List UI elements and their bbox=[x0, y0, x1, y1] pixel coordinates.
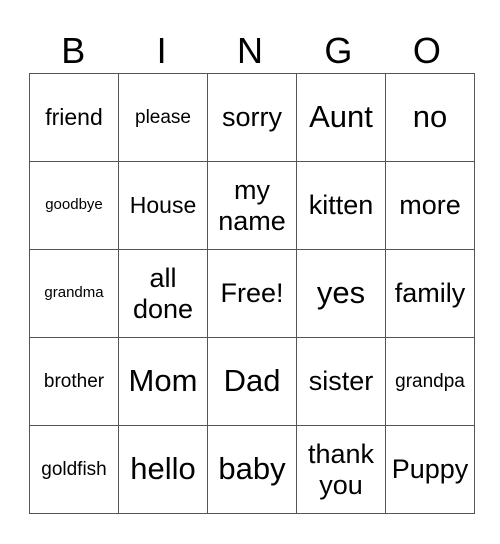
bingo-cell[interactable]: baby bbox=[207, 425, 297, 514]
bingo-cell[interactable]: thank you bbox=[296, 425, 386, 514]
free-cell[interactable]: Free! bbox=[207, 249, 297, 338]
bingo-cell[interactable]: goldfish bbox=[29, 425, 119, 514]
bingo-cell[interactable]: House bbox=[118, 161, 208, 250]
header-letter: B bbox=[61, 30, 86, 71]
bingo-cell[interactable]: no bbox=[385, 73, 475, 162]
bingo-cell[interactable]: grandma bbox=[29, 249, 119, 338]
bingo-header: B I N G O bbox=[29, 30, 471, 72]
grid-row: friend please sorry Aunt no bbox=[29, 73, 475, 162]
bingo-cell[interactable]: kitten bbox=[296, 161, 386, 250]
bingo-cell[interactable]: goodbye bbox=[29, 161, 119, 250]
grid-row: goodbye House my name kitten more bbox=[29, 161, 475, 250]
bingo-cell[interactable]: more bbox=[385, 161, 475, 250]
bingo-cell[interactable]: hello bbox=[118, 425, 208, 514]
bingo-grid: friend please sorry Aunt no goodbye Hous… bbox=[29, 73, 475, 514]
bingo-cell[interactable]: yes bbox=[296, 249, 386, 338]
bingo-cell[interactable]: sorry bbox=[207, 73, 297, 162]
grid-row: grandma all done Free! yes family bbox=[29, 249, 475, 338]
bingo-cell[interactable]: Dad bbox=[207, 337, 297, 426]
bingo-cell[interactable]: all done bbox=[118, 249, 208, 338]
bingo-cell[interactable]: my name bbox=[207, 161, 297, 250]
grid-row: brother Mom Dad sister grandpa bbox=[29, 337, 475, 426]
bingo-cell[interactable]: friend bbox=[29, 73, 119, 162]
bingo-cell[interactable]: grandpa bbox=[385, 337, 475, 426]
header-letter: O bbox=[412, 30, 441, 71]
header-letter: G bbox=[324, 30, 353, 71]
bingo-cell[interactable]: Aunt bbox=[296, 73, 386, 162]
grid-row: goldfish hello baby thank you Puppy bbox=[29, 425, 475, 514]
bingo-cell[interactable]: brother bbox=[29, 337, 119, 426]
bingo-cell[interactable]: sister bbox=[296, 337, 386, 426]
bingo-cell[interactable]: please bbox=[118, 73, 208, 162]
header-letter: I bbox=[156, 30, 167, 71]
header-letter: N bbox=[237, 30, 264, 71]
bingo-cell[interactable]: Mom bbox=[118, 337, 208, 426]
bingo-cell[interactable]: family bbox=[385, 249, 475, 338]
bingo-cell[interactable]: Puppy bbox=[385, 425, 475, 514]
